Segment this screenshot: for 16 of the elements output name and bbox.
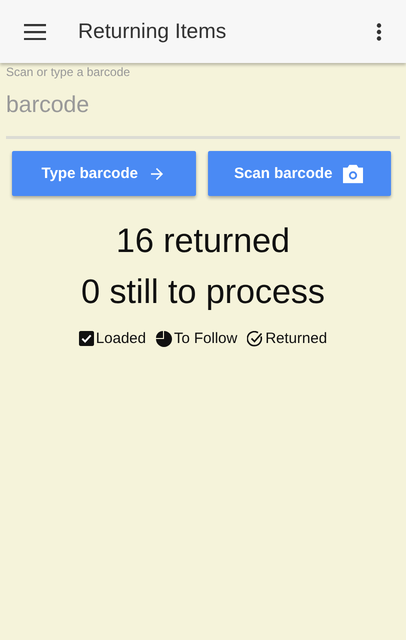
- camera-icon: [342, 164, 364, 184]
- scan-barcode-button[interactable]: Scan barcode: [208, 151, 391, 196]
- pie-icon: [156, 330, 172, 346]
- app-title: Returning Items: [78, 20, 228, 44]
- more-options-icon[interactable]: [376, 22, 382, 40]
- remaining-count: 0 still to process: [81, 273, 325, 312]
- check-circle-icon: [247, 330, 264, 346]
- returned-count: 16 returned: [116, 222, 290, 261]
- legend-label: To Follow: [174, 330, 238, 347]
- legend-label: Loaded: [96, 330, 146, 347]
- legend-label: Returned: [265, 330, 328, 347]
- field-label: Scan or type a barcode: [6, 65, 132, 79]
- menu-icon[interactable]: [24, 24, 46, 40]
- type-barcode-button[interactable]: Type barcode: [12, 151, 196, 196]
- checkbox-icon: [78, 331, 94, 346]
- barcode-field[interactable]: barcode: [6, 79, 400, 139]
